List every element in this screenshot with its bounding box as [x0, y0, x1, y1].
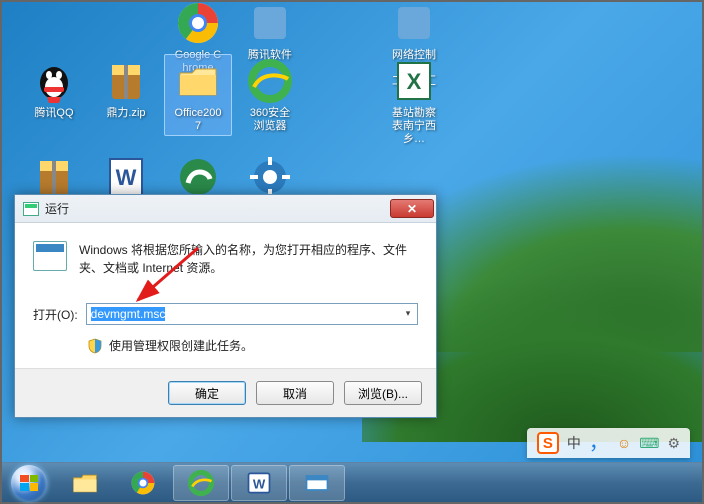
ime-keyboard-icon[interactable]: ⌨ — [639, 435, 659, 452]
icon-label: Office2007 — [173, 107, 223, 133]
ime-face-icon[interactable]: ☺ — [617, 435, 631, 451]
taskbar: W — [2, 462, 702, 502]
run-title-icon — [23, 202, 39, 216]
generic-icon — [246, 0, 294, 47]
icon-label: 基站勘察表南宁西乡… — [389, 107, 439, 146]
open-input[interactable] — [86, 303, 418, 325]
taskbar-explorer[interactable] — [57, 465, 113, 501]
ime-item[interactable]: 中 — [567, 433, 581, 453]
ime-gear-icon[interactable]: ⚙ — [667, 435, 680, 452]
sogou-icon: S — [537, 432, 559, 454]
icon-label: 360安全浏览器 — [245, 107, 295, 133]
desktop-icon[interactable]: Office2007 — [164, 54, 232, 136]
titlebar[interactable]: 运行 ✕ — [15, 195, 436, 223]
svg-text:X: X — [407, 69, 422, 94]
close-button[interactable]: ✕ — [390, 199, 434, 218]
desktop-icon[interactable]: 腾讯QQ — [20, 54, 88, 123]
dialog-title: 运行 — [45, 200, 390, 217]
ime-item[interactable]: ， — [589, 436, 609, 450]
360-icon — [246, 57, 294, 105]
desktop-icon[interactable]: X 基站勘察表南宁西乡… — [380, 54, 448, 149]
icon-label: 腾讯QQ — [29, 107, 79, 120]
qq-icon — [30, 57, 78, 105]
open-combobox[interactable]: ▾ — [86, 303, 418, 325]
shield-icon — [87, 338, 103, 354]
excel-icon: X — [390, 57, 438, 105]
taskbar-chrome[interactable] — [115, 465, 171, 501]
browse-button[interactable]: 浏览(B)... — [344, 381, 422, 405]
zip-icon — [102, 57, 150, 105]
taskbar-run[interactable] — [289, 465, 345, 501]
chrome-icon — [174, 0, 222, 47]
run-icon — [33, 241, 67, 271]
shield-text: 使用管理权限创建此任务。 — [109, 337, 253, 354]
open-label: 打开(O): — [33, 306, 78, 323]
button-row: 确定 取消 浏览(B)... — [15, 368, 436, 417]
ime-panel[interactable]: S 中 ， ☺ ⌨ ⚙ — [527, 428, 690, 458]
svg-text:W: W — [116, 165, 137, 190]
folder-icon — [174, 57, 222, 105]
desktop-icon[interactable]: 360安全浏览器 — [236, 54, 304, 136]
generic-icon — [390, 0, 438, 47]
svg-text:W: W — [253, 476, 266, 491]
dialog-description: Windows 将根据您所输入的名称，为您打开相应的程序、文件夹、文档或 Int… — [79, 241, 418, 277]
desktop-icon[interactable]: 鼎力.zip — [92, 54, 160, 123]
ok-button[interactable]: 确定 — [168, 381, 246, 405]
taskbar-ie[interactable] — [173, 465, 229, 501]
icon-label: 鼎力.zip — [101, 107, 151, 120]
start-button[interactable] — [2, 463, 56, 503]
chevron-down-icon[interactable]: ▾ — [402, 306, 414, 320]
run-dialog: 运行 ✕ Windows 将根据您所输入的名称，为您打开相应的程序、文件夹、文档… — [14, 194, 437, 418]
taskbar-word[interactable]: W — [231, 465, 287, 501]
cancel-button[interactable]: 取消 — [256, 381, 334, 405]
